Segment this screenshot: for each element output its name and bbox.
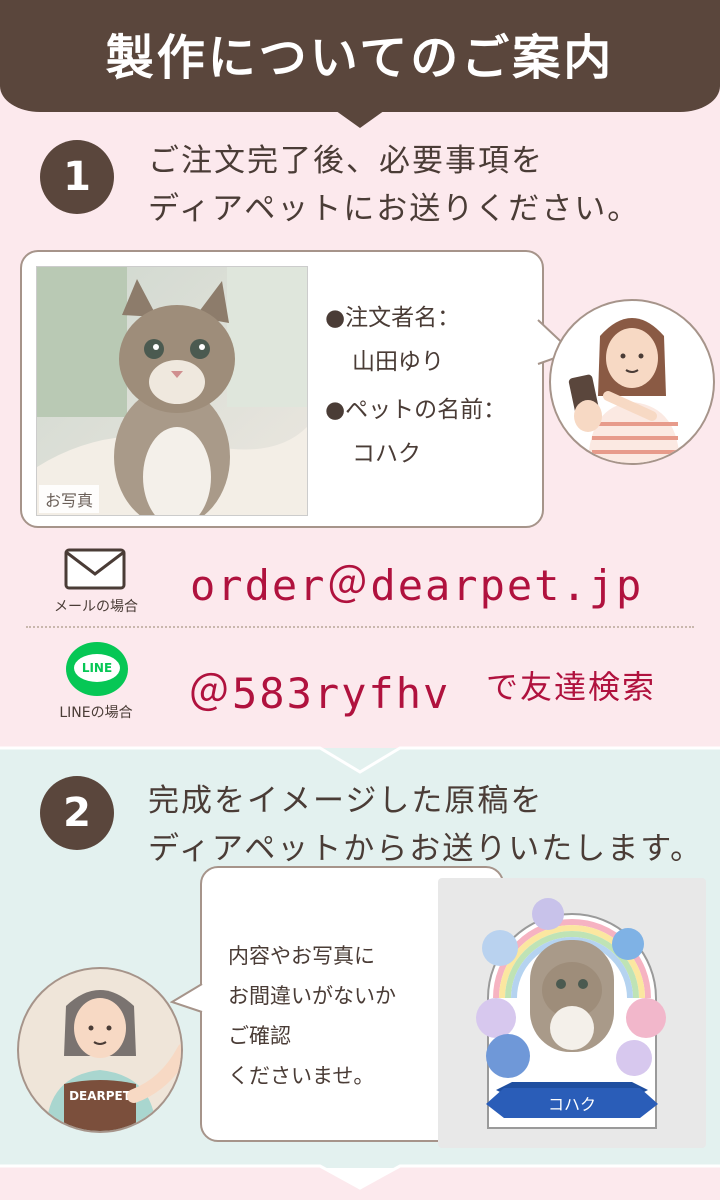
order-name-value: 山田ゆり — [352, 349, 444, 375]
mail-address[interactable]: order＠dearpet.jp — [190, 552, 643, 613]
line-icon-text: LINE — [81, 661, 113, 675]
line-label: LINEの場合 — [59, 705, 133, 721]
step-2-number: 2 — [40, 776, 114, 850]
photo-label: お写真 — [39, 485, 100, 513]
pet-name-value: コハク — [352, 441, 421, 467]
order-name-label: ●注文者名： — [325, 305, 461, 331]
sample-design-image: コハク — [476, 898, 666, 1129]
page-title: 製作についてのご案内 — [105, 30, 615, 86]
apron-text: DEARPET — [69, 1089, 132, 1103]
banner-pointer — [332, 108, 388, 128]
step-1-number: 1 — [40, 140, 114, 214]
bubble-line-3: ご確認 — [228, 1024, 291, 1048]
mail-label: メールの場合 — [54, 599, 138, 615]
line-id[interactable]: ＠583ryfhv — [188, 660, 450, 721]
step-1-text-line-2: ディアペットにお送りください。 — [148, 191, 641, 227]
kitten-icon — [37, 267, 307, 515]
bubble-line-4: くださいませ。 — [228, 1064, 375, 1088]
line-app-icon: LINE — [66, 642, 128, 696]
cat-photo: お写真 — [36, 266, 308, 516]
sample-pet-name: コハク — [548, 1095, 596, 1114]
bottom-divider — [0, 1164, 720, 1200]
contact-divider — [26, 626, 694, 628]
mail-icon — [64, 548, 126, 590]
pet-name-label: ●ペットの名前： — [325, 397, 507, 423]
customer-illustration — [549, 299, 715, 465]
bubble-line-2: お間違いがないか — [228, 984, 396, 1008]
line-search-text: で友達検索 — [486, 668, 657, 706]
bubble-tail — [170, 983, 203, 1013]
step-1-text-line-1: ご注文完了後、必要事項を — [148, 143, 544, 179]
staff-illustration: DEARPET — [17, 967, 183, 1133]
step-2-text-line-1: 完成をイメージした原稿を — [148, 783, 544, 819]
section-divider — [0, 746, 720, 786]
bubble-line-1: 内容やお写真に — [228, 944, 375, 968]
sample-design-panel: コハク — [438, 878, 706, 1148]
